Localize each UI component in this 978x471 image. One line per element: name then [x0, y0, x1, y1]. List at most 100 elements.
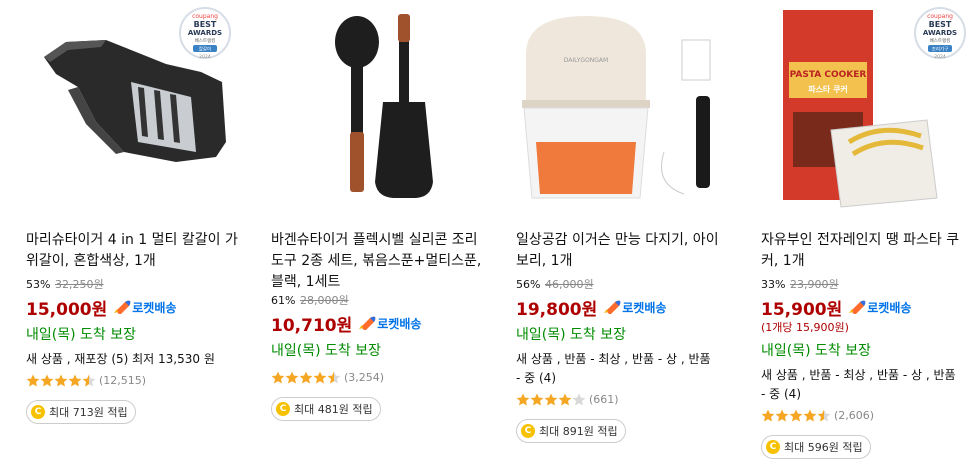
product-title[interactable]: 자유부인 전자레인지 땡 파스타 쿠커, 1개 [761, 230, 976, 272]
rocket-icon [114, 300, 131, 314]
product-card[interactable]: 바겐슈타이거 플렉시벨 실리콘 조리도구 2종 세트, 볶음스푼+멀티스푼, 블… [271, 0, 501, 471]
product-card[interactable]: PASTA COOKER 파스타 쿠커 coupang BEST AWARDS … [761, 0, 978, 471]
discount-row: 61% 28,000원 [271, 292, 491, 310]
star-rating [516, 393, 586, 406]
star-icon [313, 371, 327, 383]
cashback-badge: C 최대 481원 적립 [271, 397, 381, 421]
discount-rate: 53% [26, 278, 51, 291]
seller-options: 새 상품 , 반품 - 최상 , 반품 - 상 , 반품 - 중 (4) [761, 368, 956, 401]
arrival-guarantee: 내일(목) 도착 보장 [516, 327, 626, 343]
svg-text:베스트랭킹: 베스트랭킹 [195, 37, 216, 44]
discount-row: 53% 32,250원 [26, 276, 246, 294]
discount-rate: 61% [271, 294, 296, 307]
rocket-icon [604, 300, 621, 314]
star-icon [327, 371, 341, 383]
original-price: 46,000원 [544, 278, 594, 291]
cashback-badge: C 최대 891원 적립 [516, 419, 626, 443]
star-rating [761, 409, 831, 422]
star-icon [558, 393, 572, 405]
product-card[interactable]: coupang BEST AWARDS 베스트랭킹 칼갈이 2024 마리슈타이… [26, 0, 256, 471]
rocket-delivery-badge: 로켓배송 [848, 299, 911, 316]
original-price: 32,250원 [54, 278, 104, 291]
star-icon [68, 374, 82, 386]
product-title[interactable]: 일상공감 이거슨 만능 다지기, 아이보리, 1개 [516, 230, 731, 272]
rocket-delivery-badge: 로켓배송 [603, 299, 666, 316]
star-icon [285, 371, 299, 383]
star-icon [761, 409, 775, 421]
star-icon [817, 409, 831, 421]
star-icon [530, 393, 544, 405]
rocket-delivery-badge: 로켓배송 [113, 299, 176, 316]
svg-text:AWARDS: AWARDS [188, 29, 222, 37]
discount-rate: 56% [516, 278, 541, 291]
svg-text:파스타 쿠커: 파스타 쿠커 [808, 84, 848, 94]
sale-price: 15,900원 [761, 299, 843, 320]
svg-text:coupang: coupang [192, 13, 218, 20]
star-icon [516, 393, 530, 405]
svg-text:PASTA COOKER: PASTA COOKER [790, 70, 867, 80]
svg-text:DAILYGONGAM: DAILYGONGAM [564, 57, 608, 64]
star-icon [572, 393, 586, 405]
discount-row: 56% 46,000원 [516, 276, 736, 294]
svg-text:조리기구: 조리기구 [932, 46, 949, 53]
rating-row: (2,606) [761, 404, 978, 426]
svg-text:coupang: coupang [927, 13, 953, 20]
product-title[interactable]: 마리슈타이거 4 in 1 멀티 칼갈이 가위갈이, 혼합색상, 1개 [26, 230, 241, 272]
best-awards-badge: coupang BEST AWARDS 베스트랭킹 조리기구 2024 [914, 7, 966, 60]
star-rating [271, 371, 341, 384]
svg-text:칼갈이: 칼갈이 [199, 46, 211, 53]
food-chopper-image: DAILYGONGAM [522, 16, 711, 199]
svg-text:BEST: BEST [194, 20, 217, 29]
product-grid: coupang BEST AWARDS 베스트랭킹 칼갈이 2024 마리슈타이… [0, 0, 978, 471]
review-count: (661) [589, 392, 619, 406]
rocket-delivery-badge: 로켓배송 [358, 315, 421, 332]
review-count: (3,254) [344, 370, 385, 384]
star-icon [40, 374, 54, 386]
product-image[interactable] [271, 2, 491, 214]
star-icon [271, 371, 285, 383]
star-icon [54, 374, 68, 386]
star-icon [775, 409, 789, 421]
seller-options: 새 상품 , 반품 - 최상 , 반품 - 상 , 반품 - 중 (4) [516, 352, 711, 385]
star-icon [82, 374, 96, 386]
original-price: 28,000원 [299, 294, 349, 307]
svg-text:BEST: BEST [929, 20, 952, 29]
silicone-spoon-set-image [335, 14, 433, 198]
coupang-cash-icon: C [31, 405, 45, 419]
star-rating [26, 374, 96, 387]
coupang-cash-icon: C [276, 402, 290, 416]
svg-text:베스트랭킹: 베스트랭킹 [930, 37, 951, 44]
rocket-icon [849, 300, 866, 314]
product-card[interactable]: DAILYGONGAM 일상공감 이거슨 만능 다지기, 아이보리, 1개 56… [516, 0, 746, 471]
arrival-guarantee: 내일(목) 도착 보장 [26, 327, 136, 343]
arrival-guarantee: 내일(목) 도착 보장 [271, 343, 381, 359]
seller-options: 새 상품 , 재포장 (5) 최저 13,530 원 [26, 352, 215, 366]
product-image[interactable]: DAILYGONGAM [516, 2, 736, 214]
arrival-guarantee: 내일(목) 도착 보장 [761, 343, 871, 359]
discount-rate: 33% [761, 278, 786, 291]
original-price: 23,900원 [789, 278, 839, 291]
sale-price: 15,000원 [26, 299, 108, 320]
rating-row: (661) [516, 388, 736, 410]
svg-text:AWARDS: AWARDS [923, 29, 957, 37]
coupang-cash-icon: C [766, 440, 780, 454]
rocket-icon [359, 316, 376, 330]
unit-price: (1개당 15,900원) [761, 321, 849, 334]
review-count: (12,515) [99, 373, 147, 387]
coupang-cash-icon: C [521, 424, 535, 438]
svg-text:2024: 2024 [934, 54, 946, 60]
review-count: (2,606) [834, 408, 875, 422]
cashback-badge: C 최대 596원 적립 [761, 435, 871, 459]
sale-price: 19,800원 [516, 299, 598, 320]
star-icon [299, 371, 313, 383]
best-awards-badge: coupang BEST AWARDS 베스트랭킹 칼갈이 2024 [179, 7, 231, 60]
star-icon [789, 409, 803, 421]
sale-price: 10,710원 [271, 315, 353, 336]
rating-row: (12,515) [26, 369, 246, 391]
svg-text:2024: 2024 [199, 54, 211, 60]
product-title[interactable]: 바겐슈타이거 플렉시벨 실리콘 조리도구 2종 세트, 볶음스푼+멀티스푼, 블… [271, 230, 486, 293]
star-icon [544, 393, 558, 405]
cashback-badge: C 최대 713원 적립 [26, 400, 136, 424]
star-icon [26, 374, 40, 386]
rating-row: (3,254) [271, 366, 491, 388]
